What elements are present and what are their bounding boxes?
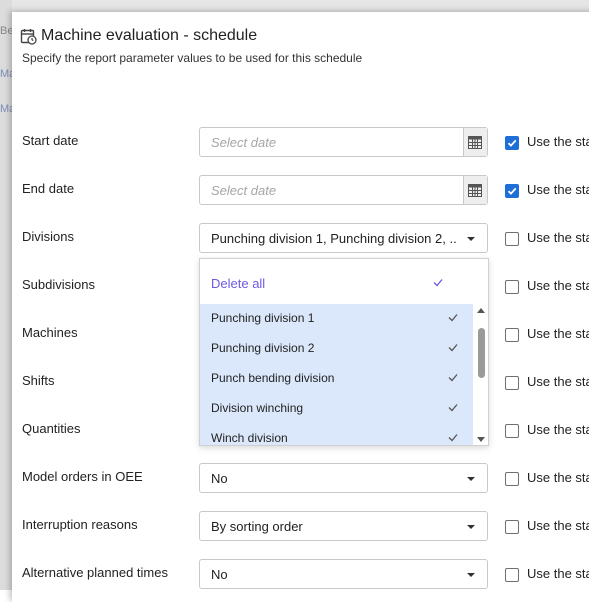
end-date-placeholder: Select date xyxy=(211,183,277,198)
model-orders-standard-label: Use the sta xyxy=(527,470,589,485)
start-date-standard-label: Use the sta xyxy=(527,134,589,149)
background-sidebar xyxy=(0,0,12,590)
model-orders-label: Model orders in OEE xyxy=(22,469,143,484)
chevron-down-icon xyxy=(467,573,475,577)
end-date-picker-button[interactable] xyxy=(463,176,487,204)
schedule-dialog: Machine evaluation - schedule Specify th… xyxy=(12,12,589,602)
alternative-planned-times-standard-checkbox[interactable] xyxy=(505,568,519,582)
checkmark-icon xyxy=(448,314,458,322)
checkmark-icon xyxy=(448,434,458,442)
divisions-value: Punching division 1, Punching division 2… xyxy=(211,231,456,246)
quantities-standard-label: Use the sta xyxy=(527,422,589,437)
machines-standard-checkbox[interactable] xyxy=(505,328,519,342)
interruption-reasons-value: By sorting order xyxy=(211,519,303,534)
divisions-label: Divisions xyxy=(22,229,75,244)
chevron-down-icon xyxy=(467,237,475,241)
machines-standard-label: Use the sta xyxy=(527,326,589,341)
chevron-down-icon xyxy=(467,477,475,481)
alternative-planned-times-value: No xyxy=(211,567,228,582)
checkmark-icon xyxy=(433,279,443,287)
checkmark-icon xyxy=(507,139,517,147)
dialog-subtitle: Specify the report parameter values to b… xyxy=(22,51,363,65)
subdivisions-standard-checkbox[interactable] xyxy=(505,280,519,294)
checkmark-icon xyxy=(448,344,458,352)
division-option[interactable]: Punching division 1 xyxy=(211,311,314,325)
end-date-field[interactable]: Select date xyxy=(199,175,488,205)
checkmark-icon xyxy=(507,187,517,195)
start-date-standard-checkbox[interactable] xyxy=(505,136,519,150)
model-orders-select[interactable]: No xyxy=(199,463,488,493)
divisions-standard-checkbox[interactable] xyxy=(505,232,519,246)
quantities-standard-checkbox[interactable] xyxy=(505,424,519,438)
shifts-standard-label: Use the sta xyxy=(527,374,589,389)
dialog-title: Machine evaluation - schedule xyxy=(41,27,258,44)
division-option[interactable]: Division winching xyxy=(211,401,303,415)
subdivisions-standard-label: Use the sta xyxy=(527,278,589,293)
division-option[interactable]: Punch bending division xyxy=(211,371,334,385)
start-date-field[interactable]: Select date xyxy=(199,127,488,157)
start-date-label: Start date xyxy=(22,133,79,148)
interruption-reasons-standard-label: Use the sta xyxy=(527,518,589,533)
model-orders-standard-checkbox[interactable] xyxy=(505,472,519,486)
end-date-label: End date xyxy=(22,181,75,196)
machines-label: Machines xyxy=(22,325,78,340)
divisions-select[interactable]: Punching division 1, Punching division 2… xyxy=(199,223,488,253)
calendar-icon xyxy=(468,184,482,197)
division-option[interactable]: Punching division 2 xyxy=(211,341,314,355)
shifts-label: Shifts xyxy=(22,373,55,388)
interruption-reasons-select[interactable]: By sorting order xyxy=(199,511,488,541)
delete-all-option[interactable]: Delete all xyxy=(211,276,265,291)
calendar-clock-icon xyxy=(20,28,37,45)
interruption-reasons-standard-checkbox[interactable] xyxy=(505,520,519,534)
start-date-picker-button[interactable] xyxy=(463,128,487,156)
dropdown-scrollbar[interactable] xyxy=(473,304,488,445)
dialog-header: Machine evaluation - schedule xyxy=(20,27,257,45)
scrollbar-thumb[interactable] xyxy=(478,328,485,378)
divisions-options: Punching division 1 Punching division 2 … xyxy=(200,304,474,445)
alternative-planned-times-label: Alternative planned times xyxy=(22,565,168,580)
divisions-dropdown-list: Delete all Punching division 1 Punching … xyxy=(199,258,489,446)
divisions-standard-label: Use the sta xyxy=(527,230,589,245)
model-orders-value: No xyxy=(211,471,228,486)
checkmark-icon xyxy=(448,404,458,412)
division-option[interactable]: Winch division xyxy=(211,431,288,445)
calendar-icon xyxy=(468,136,482,149)
scroll-down-arrow-icon[interactable] xyxy=(477,437,485,442)
end-date-standard-label: Use the sta xyxy=(527,182,589,197)
alternative-planned-times-select[interactable]: No xyxy=(199,559,488,589)
background-topbar xyxy=(0,0,589,12)
subdivisions-label: Subdivisions xyxy=(22,277,95,292)
scroll-up-arrow-icon[interactable] xyxy=(477,308,485,313)
interruption-reasons-label: Interruption reasons xyxy=(22,517,138,532)
chevron-down-icon xyxy=(467,525,475,529)
start-date-placeholder: Select date xyxy=(211,135,277,150)
checkmark-icon xyxy=(448,374,458,382)
alternative-planned-times-standard-label: Use the sta xyxy=(527,566,589,581)
quantities-label: Quantities xyxy=(22,421,81,436)
shifts-standard-checkbox[interactable] xyxy=(505,376,519,390)
end-date-standard-checkbox[interactable] xyxy=(505,184,519,198)
